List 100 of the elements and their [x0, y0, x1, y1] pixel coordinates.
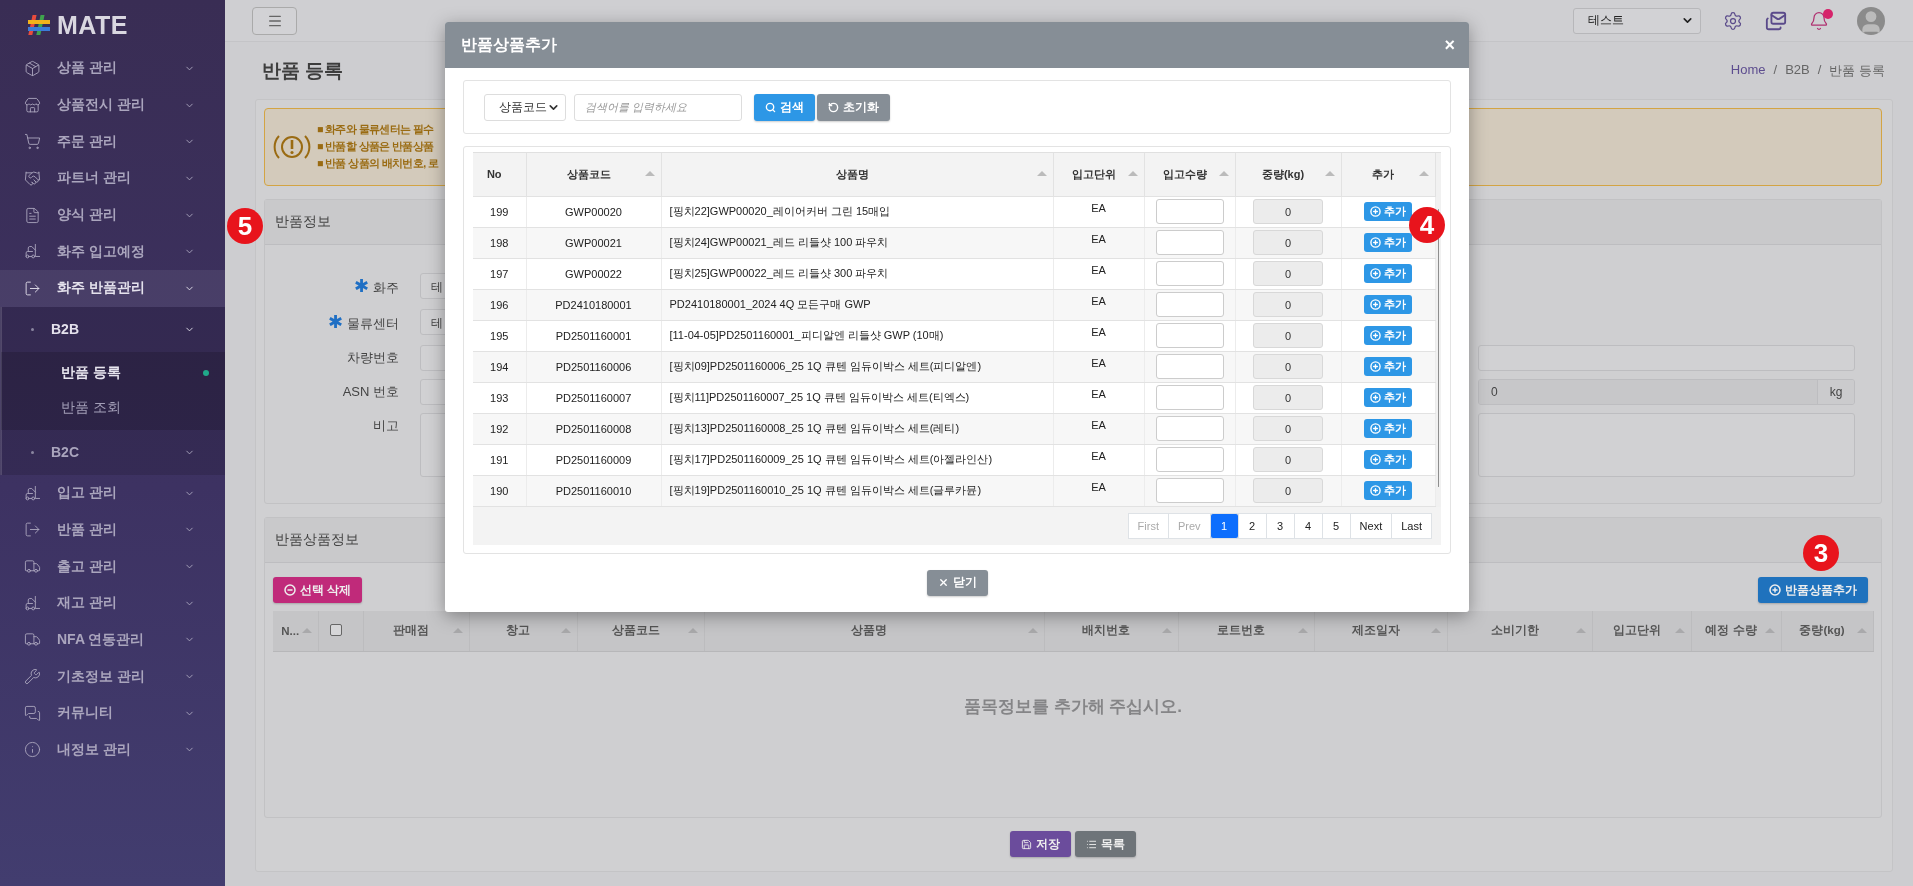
page-button[interactable]: 2	[1237, 512, 1267, 539]
sidebar-item[interactable]: 커뮤니티	[0, 694, 225, 732]
avatar[interactable]	[1857, 6, 1885, 35]
checkbox[interactable]	[329, 623, 342, 636]
quantity-input[interactable]	[1155, 323, 1224, 348]
column-header[interactable]: N...	[273, 611, 318, 651]
search-button[interactable]: 검색	[754, 93, 815, 121]
plus-icon	[1370, 299, 1381, 310]
quantity-input[interactable]	[1155, 292, 1224, 317]
menu-button[interactable]	[252, 6, 297, 35]
page-button[interactable]: 1	[1209, 512, 1239, 539]
column-header[interactable]: 창고	[469, 611, 577, 651]
column-header[interactable]: 상품명	[704, 611, 1044, 651]
sidebar-item[interactable]: 파트너 관리	[0, 160, 225, 197]
wrench-icon	[24, 668, 41, 686]
sort-icon	[1674, 627, 1685, 633]
company-select[interactable]: 테스트	[1573, 7, 1701, 34]
sidebar-item[interactable]: 입고 관리	[0, 474, 225, 512]
column-header[interactable]: 배치번호	[1044, 611, 1178, 651]
table-cell: GWP00022	[526, 258, 661, 289]
sidebar-item[interactable]: 주문 관리	[0, 123, 225, 161]
quantity-input[interactable]	[1155, 478, 1224, 503]
column-header[interactable]: 입고수량	[1144, 153, 1235, 196]
page-button[interactable]: 3	[1265, 512, 1295, 539]
add-button[interactable]: 추가	[1364, 419, 1412, 438]
quantity-input[interactable]	[1155, 385, 1224, 410]
add-button[interactable]: 추가	[1364, 450, 1412, 469]
sidebar-item[interactable]: 화주 입고예정	[0, 233, 225, 271]
add-button[interactable]: 추가	[1364, 264, 1412, 283]
sidebar-item[interactable]: 재고 관리	[0, 584, 225, 622]
column-header[interactable]: 중량(kg)	[1781, 611, 1873, 651]
column-header[interactable]: 예정 수량	[1691, 611, 1781, 651]
quantity-input[interactable]	[1155, 230, 1224, 255]
column-header[interactable]: 상품코드	[526, 153, 661, 196]
sidebar-item[interactable]: 내정보 관리	[0, 731, 225, 769]
column-header[interactable]: 입고단위	[1053, 153, 1144, 196]
sidebar-item[interactable]: 출고 관리	[0, 548, 225, 585]
sidebar-subitem[interactable]: 반품 등록	[1, 355, 225, 391]
search-input[interactable]: 검색어를 입력하세요	[574, 93, 742, 121]
mail-stack-icon[interactable]	[1765, 9, 1787, 32]
save-button[interactable]: 저장	[1010, 831, 1071, 857]
column-header[interactable]: No	[473, 153, 526, 196]
section-title: 반품상품정보	[275, 531, 359, 549]
sidebar-subitem[interactable]: B2C	[1, 429, 225, 475]
textarea-field[interactable]	[1478, 413, 1855, 477]
add-button[interactable]: 추가	[1364, 357, 1412, 376]
close-icon	[937, 577, 949, 588]
sidebar-item[interactable]: 화주 반품관리	[0, 270, 225, 307]
input-field[interactable]	[1478, 345, 1855, 371]
notice-text: ■ 반품할 상품은 반품상품	[317, 140, 435, 154]
close-dialog-button[interactable]: 닫기	[926, 569, 988, 596]
handshake-icon	[24, 169, 41, 187]
column-header[interactable]: 소비기한	[1447, 611, 1592, 651]
sidebar-item[interactable]: NFA 연동관리	[0, 621, 225, 659]
field-label: 차량번호	[346, 349, 399, 367]
quantity-input[interactable]	[1155, 354, 1224, 379]
add-button[interactable]: 추가	[1364, 481, 1412, 500]
table-cell: EA	[1053, 320, 1144, 351]
sidebar-item[interactable]: 상품 관리	[0, 50, 225, 87]
sidebar-item[interactable]: 상품전시 관리	[0, 86, 225, 124]
quantity-input[interactable]	[1155, 416, 1224, 441]
search-field-select[interactable]: 상품코드	[484, 93, 566, 121]
column-header[interactable]: 추가	[1341, 153, 1435, 196]
sidebar-item[interactable]: 반품 관리	[0, 511, 225, 549]
column-header[interactable]: 상품코드	[577, 611, 704, 651]
page-button[interactable]: Next	[1349, 512, 1393, 539]
add-button[interactable]: 추가	[1364, 202, 1412, 221]
column-header[interactable]: 중량(kg)	[1235, 153, 1341, 196]
column-header[interactable]: 제조일자	[1314, 611, 1447, 651]
quantity-input[interactable]	[1155, 261, 1224, 286]
scrollbar[interactable]	[1435, 153, 1441, 507]
add-item-button[interactable]: 반품상품추가	[1758, 577, 1868, 603]
step-marker: 5	[227, 208, 263, 244]
sidebar-item[interactable]: 기초정보 관리	[0, 658, 225, 695]
delete-button[interactable]: 선택 삭제	[273, 577, 363, 603]
column-header[interactable]: 상품명	[661, 153, 1053, 196]
reset-button[interactable]: 초기화	[817, 93, 890, 121]
sort-icon	[644, 171, 655, 177]
add-button[interactable]: 추가	[1364, 295, 1412, 314]
quantity-input[interactable]	[1155, 447, 1224, 472]
list-button[interactable]: 목록	[1075, 831, 1136, 857]
column-header[interactable]: 입고단위	[1592, 611, 1691, 651]
close-button[interactable]: ×	[1444, 34, 1455, 56]
sidebar-subitem[interactable]: 반품 조회	[1, 390, 225, 426]
sidebar-item[interactable]: 양식 관리	[0, 196, 225, 234]
quantity-input[interactable]	[1155, 199, 1224, 224]
add-button[interactable]: 추가	[1364, 326, 1412, 345]
table-cell: 198	[473, 227, 526, 258]
sidebar-subitem[interactable]: B2B	[1, 306, 225, 352]
page-button[interactable]: 4	[1293, 512, 1323, 539]
forklift-icon	[24, 484, 41, 502]
column-header[interactable]: 판매점	[363, 611, 469, 651]
add-button[interactable]: 추가	[1364, 388, 1412, 407]
settings-icon[interactable]	[1723, 10, 1743, 31]
page-button[interactable]: Last	[1391, 512, 1432, 539]
column-header[interactable]: 로트번호	[1178, 611, 1314, 651]
page-button[interactable]: 5	[1321, 512, 1351, 539]
add-button[interactable]: 추가	[1364, 233, 1412, 252]
column-header[interactable]	[318, 611, 363, 651]
breadcrumb-link[interactable]: Home	[1730, 61, 1766, 80]
